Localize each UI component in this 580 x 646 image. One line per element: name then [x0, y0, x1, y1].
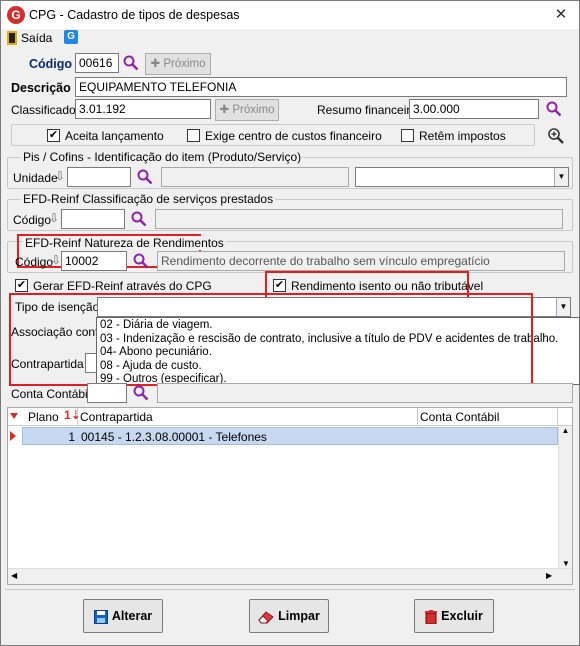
- limpar-button[interactable]: Limpar: [249, 599, 329, 633]
- conta-contabil-input[interactable]: [87, 383, 127, 403]
- unidade-input[interactable]: [67, 167, 131, 187]
- window-title: CPG - Cadastro de tipos de despesas: [29, 8, 240, 22]
- exit-button[interactable]: Saída: [21, 31, 52, 45]
- grid-col-conta-label: Conta Contábil: [420, 410, 500, 424]
- aceita-checkbox[interactable]: ✔: [47, 129, 60, 142]
- unidade-select[interactable]: ▼: [355, 167, 569, 187]
- efd-servicos-description: [155, 209, 563, 229]
- title-bar: G CPG - Cadastro de tipos de despesas ✕: [1, 1, 579, 29]
- search-icon[interactable]: [133, 253, 149, 269]
- efd-natureza-codigo-label: Código: [15, 255, 54, 269]
- pis-cofins-title: Pis / Cofins - Identificação do item (Pr…: [21, 150, 304, 164]
- exige-label: Exige centro de custos financeiro: [205, 129, 382, 143]
- exige-checkbox[interactable]: [187, 129, 200, 142]
- eraser-icon: [258, 611, 274, 624]
- classificador-next-button[interactable]: ✚ Próximo: [215, 99, 279, 121]
- scroll-right-icon[interactable]: ▶: [546, 571, 552, 580]
- exit-door-icon[interactable]: [7, 31, 17, 45]
- descricao-label: Descrição: [11, 81, 71, 95]
- chevron-down-icon[interactable]: ▼: [556, 298, 570, 316]
- retem-checkbox[interactable]: [401, 129, 414, 142]
- row-pointer-icon: [10, 431, 16, 441]
- efd-servicos-codigo-input[interactable]: [61, 209, 125, 229]
- g-logo-icon[interactable]: G: [64, 30, 78, 44]
- unidade-label: Unidade: [13, 171, 58, 185]
- search-icon[interactable]: [546, 101, 562, 117]
- download-arrow-icon: ⇩: [55, 169, 66, 183]
- unidade-description: [161, 167, 349, 187]
- retem-label: Retêm impostos: [419, 129, 506, 143]
- trash-icon: [425, 609, 438, 625]
- grid-cell-plano: 1: [68, 430, 75, 444]
- efd-natureza-title: EFD-Reinf Natureza de Rendimentos: [23, 236, 226, 250]
- efd-servicos-codigo-label: Código: [13, 213, 52, 227]
- search-icon[interactable]: [123, 55, 139, 71]
- gerar-efd-label: Gerar EFD-Reinf através do CPG: [33, 279, 212, 293]
- grid-scrollbar-vertical[interactable]: ▲ ▼: [558, 426, 572, 568]
- alterar-button[interactable]: Alterar: [83, 599, 163, 633]
- codigo-input[interactable]: 00616: [75, 53, 119, 73]
- classificador-input[interactable]: 3.01.192: [75, 99, 211, 119]
- save-disk-icon: [93, 609, 108, 624]
- conta-contabil-label: Conta Contábil: [11, 387, 91, 401]
- search-icon[interactable]: [131, 211, 147, 227]
- table-row[interactable]: 1 00145 - 1.2.3.08.00001 - Telefones: [22, 427, 558, 445]
- scroll-left-icon[interactable]: ◀: [11, 571, 17, 580]
- main-window: G CPG - Cadastro de tipos de despesas ✕ …: [0, 0, 580, 646]
- sort-icon[interactable]: [10, 413, 18, 419]
- efd-natureza-description: Rendimento decorrente do trabalho sem ví…: [157, 251, 565, 271]
- classificador-next-label: Próximo: [232, 104, 275, 116]
- isencao-highlight-box: [9, 293, 533, 386]
- codigo-next-label: Próximo: [163, 58, 206, 70]
- grid-scrollbar-horizontal[interactable]: ◀ ▶: [8, 568, 572, 584]
- grid-col-plano[interactable]: Plano 1⇣: [22, 408, 81, 426]
- app-logo-icon: G: [7, 6, 25, 24]
- alterar-label: Alterar: [111, 609, 153, 623]
- scroll-down-icon[interactable]: ▼: [559, 559, 573, 568]
- grid-header: Plano 1⇣ Contrapartida Conta Contábil: [8, 408, 572, 426]
- descricao-input[interactable]: EQUIPAMENTO TELEFONIA: [75, 77, 567, 97]
- rendimento-isento-checkbox[interactable]: ✔: [273, 279, 286, 292]
- grid-cell-contrapartida: 00145 - 1.2.3.08.00001 - Telefones: [81, 430, 267, 444]
- efd-servicos-title: EFD-Reinf Classificação de serviços pres…: [21, 192, 276, 206]
- close-button[interactable]: ✕: [549, 4, 573, 26]
- plus-icon: ✚: [150, 58, 164, 70]
- conta-contabil-description: [157, 383, 573, 403]
- scroll-up-icon[interactable]: ▲: [559, 426, 572, 435]
- classificador-label: Classificador: [11, 103, 80, 117]
- resumo-input[interactable]: 3.00.000: [409, 99, 539, 119]
- chevron-down-icon[interactable]: ▼: [554, 168, 568, 186]
- grid-col-contrapartida[interactable]: Contrapartida: [78, 408, 418, 426]
- codigo-next-button[interactable]: ✚ Próximo: [145, 53, 211, 75]
- codigo-label: Código: [29, 57, 73, 71]
- bottom-divider: [5, 589, 575, 590]
- excluir-button[interactable]: Excluir: [414, 599, 494, 633]
- plus-icon: ✚: [219, 104, 233, 116]
- zoom-plus-icon[interactable]: [547, 127, 565, 145]
- download-arrow-icon: ⇩: [49, 211, 60, 225]
- grid-col-conta[interactable]: Conta Contábil: [418, 408, 558, 426]
- search-icon[interactable]: [133, 385, 149, 401]
- search-icon[interactable]: [137, 169, 153, 185]
- gerar-efd-checkbox[interactable]: ✔: [15, 279, 28, 292]
- download-arrow-icon: ⇩: [51, 253, 62, 267]
- grid-col-plano-label: Plano: [28, 410, 59, 424]
- limpar-label: Limpar: [278, 609, 320, 623]
- rendimento-isento-label: Rendimento isento ou não tributável: [291, 279, 484, 293]
- grid-col-contrapartida-label: Contrapartida: [80, 410, 153, 424]
- efd-natureza-codigo-input[interactable]: 10002: [61, 251, 127, 271]
- excluir-label: Excluir: [441, 609, 483, 623]
- aceita-label: Aceita lançamento: [65, 129, 164, 143]
- resumo-label: Resumo financeiro: [317, 103, 418, 117]
- contrapartida-grid: Plano 1⇣ Contrapartida Conta Contábil 1 …: [7, 407, 573, 585]
